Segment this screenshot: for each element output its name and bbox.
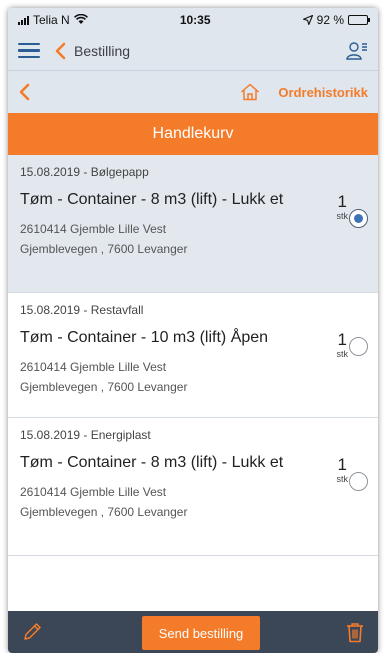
status-left: Telia N xyxy=(18,13,88,27)
cart-item[interactable]: 15.08.2019 - Bølgepapp Tøm - Container -… xyxy=(8,155,378,293)
clock: 10:35 xyxy=(179,12,211,27)
back-chevron-icon[interactable] xyxy=(18,83,30,101)
signal-icon xyxy=(18,15,29,25)
home-icon[interactable] xyxy=(240,83,260,101)
location-arrow-icon xyxy=(302,14,313,25)
carrier-label: Telia N xyxy=(33,12,70,27)
battery-percent: 92 % xyxy=(316,12,344,27)
address-line: 2610414 Gjemble Lille Vest xyxy=(20,485,167,499)
item-title: Tøm - Container - 8 m3 (lift) - Lukk et xyxy=(20,454,284,471)
address-line: Gjemblevegen , 7600 Levanger xyxy=(20,242,188,256)
wifi-icon xyxy=(73,14,88,24)
user-list-icon[interactable] xyxy=(346,41,368,61)
item-address: 2610414 Gjemble Lille Vest Gjemblevegen … xyxy=(20,357,366,397)
item-select-radio[interactable] xyxy=(349,209,368,228)
cart-banner: Handlekurv xyxy=(8,113,378,155)
menu-icon[interactable] xyxy=(18,42,40,59)
item-title: Tøm - Container - 8 m3 (lift) - Lukk et xyxy=(20,191,284,208)
nav-bar: Bestilling xyxy=(8,31,378,71)
item-address: 2610414 Gjemble Lille Vest Gjemblevegen … xyxy=(20,482,366,522)
trash-icon[interactable] xyxy=(346,622,364,643)
cart-item[interactable]: 15.08.2019 - Energiplast Tøm - Container… xyxy=(8,418,378,556)
cart-item[interactable]: 15.08.2019 - Restavfall Tøm - Container … xyxy=(8,293,378,418)
address-line: Gjemblevegen , 7600 Levanger xyxy=(20,505,188,519)
nav-title: Bestilling xyxy=(74,42,131,59)
address-line: 2610414 Gjemble Lille Vest xyxy=(20,222,167,236)
item-date: 15.08.2019 - Restavfall xyxy=(20,303,144,317)
quantity-unit: stk xyxy=(336,211,348,221)
cart-list: 15.08.2019 - Bølgepapp Tøm - Container -… xyxy=(8,155,378,611)
address-line: Gjemblevegen , 7600 Levanger xyxy=(20,380,188,394)
bottom-toolbar: Send bestilling xyxy=(8,611,378,653)
sub-header: Ordrehistorikk xyxy=(8,71,378,113)
quantity-value: 1 xyxy=(337,192,347,211)
item-quantity: 1 stk xyxy=(336,455,348,485)
status-bar: Telia N 10:35 92 % xyxy=(8,8,378,31)
cart-title: Handlekurv xyxy=(152,125,234,142)
quantity-value: 1 xyxy=(337,330,347,349)
address-line: 2610414 Gjemble Lille Vest xyxy=(20,360,167,374)
battery-icon xyxy=(348,14,370,25)
item-address: 2610414 Gjemble Lille Vest Gjemblevegen … xyxy=(20,219,366,259)
edit-pencil-icon[interactable] xyxy=(22,622,42,642)
item-quantity: 1 stk xyxy=(336,330,348,360)
item-select-radio[interactable] xyxy=(349,337,368,356)
send-order-button[interactable]: Send bestilling xyxy=(142,616,260,650)
item-date: 15.08.2019 - Energiplast xyxy=(20,428,151,442)
item-select-radio[interactable] xyxy=(349,472,368,491)
order-history-link[interactable]: Ordrehistorikk xyxy=(278,85,368,100)
item-title: Tøm - Container - 10 m3 (lift) Åpen xyxy=(20,329,269,346)
quantity-unit: stk xyxy=(336,474,348,484)
quantity-value: 1 xyxy=(337,455,347,474)
phone-screen: Telia N 10:35 92 % Bestilling Ordrehisto… xyxy=(8,8,378,653)
item-quantity: 1 stk xyxy=(336,192,348,222)
quantity-unit: stk xyxy=(336,349,348,359)
item-date: 15.08.2019 - Bølgepapp xyxy=(20,165,149,179)
status-right: 92 % xyxy=(302,12,370,27)
back-chevron-icon[interactable] xyxy=(54,42,66,60)
